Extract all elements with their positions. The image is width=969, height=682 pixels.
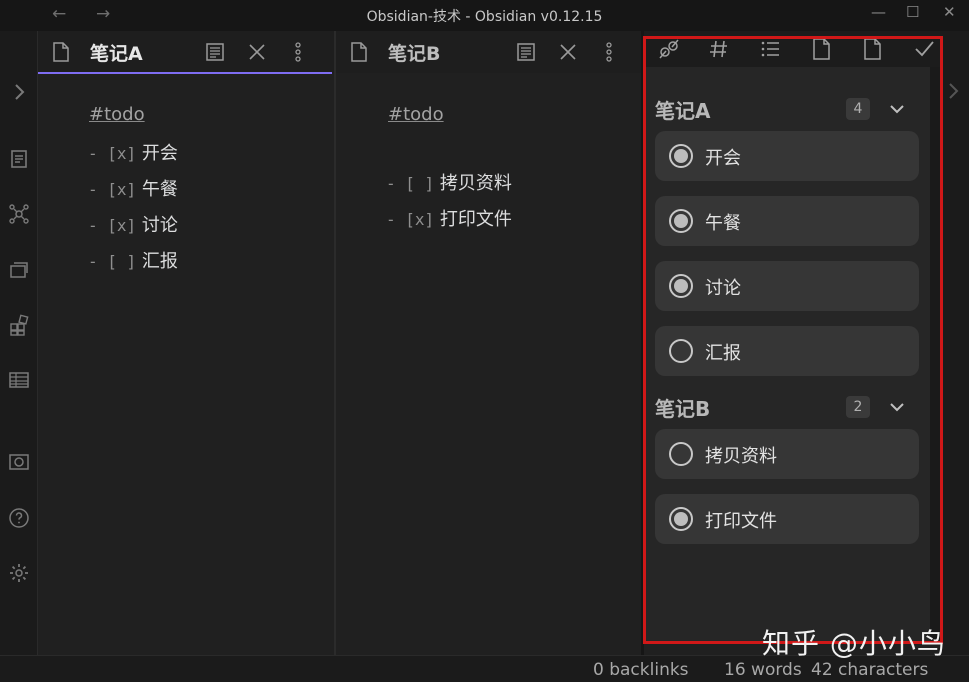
task-line[interactable]: - [x] 开会 bbox=[88, 139, 178, 165]
file-icon bbox=[350, 42, 368, 62]
window-title: Obsidian-技术 - Obsidian v0.12.15 bbox=[366, 9, 603, 25]
graph-view-icon[interactable] bbox=[8, 203, 30, 225]
help-icon[interactable] bbox=[8, 507, 30, 529]
maximize-button[interactable]: ☐ bbox=[906, 3, 919, 21]
highlight-frame bbox=[643, 36, 943, 644]
close-pane-icon[interactable] bbox=[557, 41, 579, 63]
pane-header: 笔记A bbox=[38, 31, 334, 74]
slides-icon[interactable] bbox=[8, 259, 30, 281]
task-line[interactable]: - [x] 讨论 bbox=[88, 211, 178, 237]
reading-view-icon[interactable] bbox=[515, 41, 537, 63]
editor-pane-note-b[interactable]: 笔记B #todo - [ ] 拷贝资料 - [x] 打印文件 bbox=[336, 31, 642, 655]
close-window-button[interactable]: ✕ bbox=[943, 3, 956, 21]
more-options-icon[interactable] bbox=[598, 41, 620, 63]
right-ribbon bbox=[940, 31, 969, 655]
minimize-button[interactable]: — bbox=[871, 3, 886, 21]
more-options-icon[interactable] bbox=[287, 41, 309, 63]
task-line[interactable]: - [x] 打印文件 bbox=[386, 205, 512, 231]
left-ribbon bbox=[0, 31, 38, 655]
word-count: 16 words bbox=[724, 660, 802, 680]
active-pane-indicator bbox=[38, 72, 332, 74]
reading-view-icon[interactable] bbox=[204, 41, 226, 63]
file-icon bbox=[52, 42, 70, 62]
editor-pane-note-a[interactable]: 笔记A #todo - [x] 开会 - [x] 午餐 - [x] 讨论 - [… bbox=[38, 31, 334, 655]
table-icon[interactable] bbox=[8, 369, 30, 391]
task-line[interactable]: - [ ] 拷贝资料 bbox=[386, 169, 512, 195]
pane-title: 笔记A bbox=[90, 43, 143, 65]
todo-tag[interactable]: #todo bbox=[388, 104, 444, 125]
quick-switcher-icon[interactable] bbox=[8, 148, 30, 170]
expand-sidebar-icon[interactable] bbox=[8, 81, 30, 103]
title-bar: ← → Obsidian-技术 - Obsidian v0.12.15 — ☐ … bbox=[0, 0, 969, 31]
todo-tag[interactable]: #todo bbox=[89, 104, 145, 125]
pane-header: 笔记B bbox=[336, 31, 642, 73]
chevron-right-icon[interactable] bbox=[943, 81, 963, 101]
close-pane-icon[interactable] bbox=[246, 41, 268, 63]
kanban-icon[interactable] bbox=[8, 314, 30, 336]
watermark: 知乎 @小小鸟 bbox=[762, 627, 946, 660]
task-line[interactable]: - [x] 午餐 bbox=[88, 175, 178, 201]
backlinks-count[interactable]: 0 backlinks bbox=[593, 660, 689, 680]
camera-icon[interactable] bbox=[8, 451, 30, 473]
character-count: 42 characters bbox=[811, 660, 929, 680]
pane-title: 笔记B bbox=[388, 43, 441, 65]
settings-icon[interactable] bbox=[8, 562, 30, 584]
task-line[interactable]: - [ ] 汇报 bbox=[88, 247, 178, 273]
